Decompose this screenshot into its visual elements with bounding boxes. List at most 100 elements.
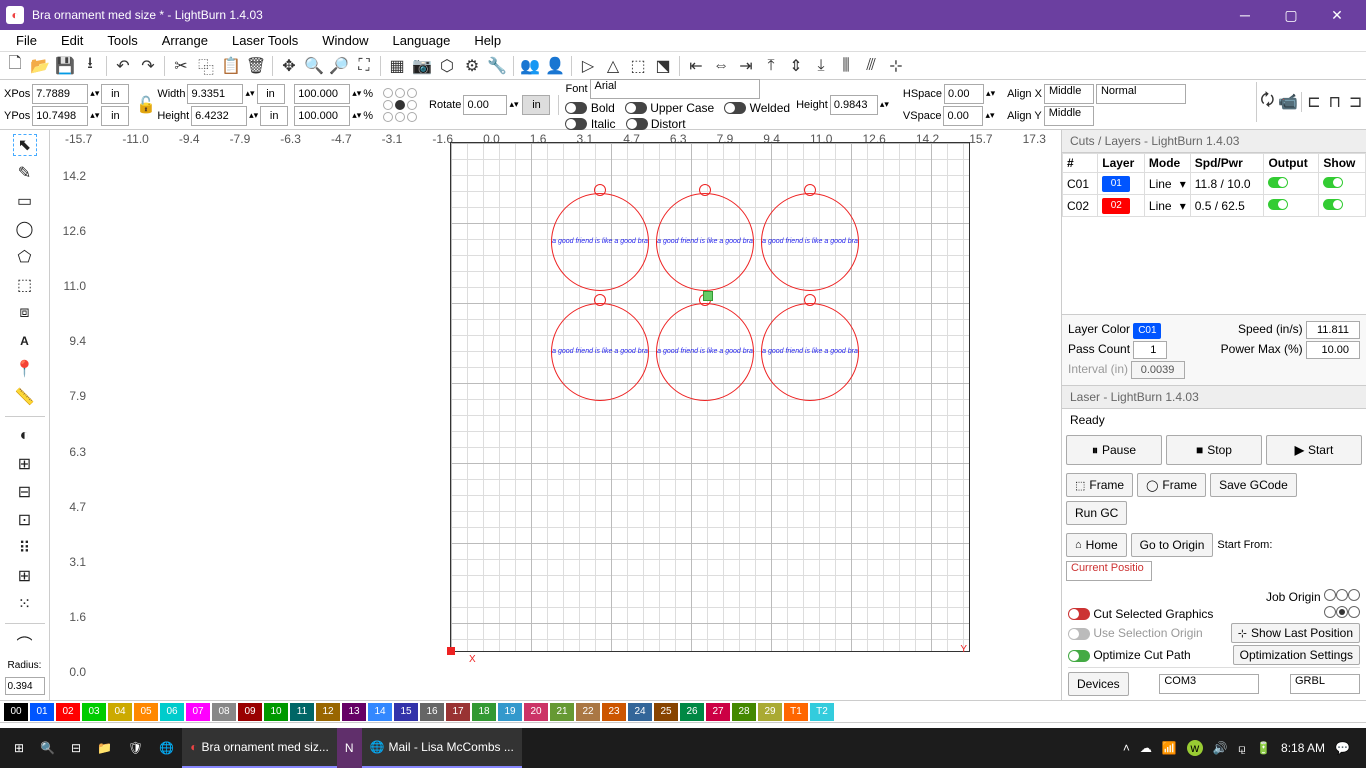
palette-swatch[interactable]: 16 <box>420 703 444 721</box>
text-tool-icon[interactable]: A <box>13 330 37 352</box>
rotate-input[interactable] <box>463 95 507 115</box>
minimize-button[interactable]: ─ <box>1222 0 1268 30</box>
palette-swatch[interactable]: 21 <box>550 703 574 721</box>
layers-header[interactable]: # <box>1063 154 1098 173</box>
palette-swatch[interactable]: 04 <box>108 703 132 721</box>
align-bot-icon[interactable]: ⤓ <box>810 55 832 77</box>
polygon-tool-icon[interactable]: ⬠ <box>13 246 37 268</box>
aligncenter2-icon[interactable]: ⊓ <box>1324 91 1345 113</box>
vspace-input[interactable] <box>943 106 983 126</box>
dist-v-icon[interactable]: ⫻ <box>860 55 882 77</box>
pause-button[interactable]: ⏸ Pause <box>1066 435 1162 465</box>
zoom-frame-icon[interactable]: ⛶ <box>353 55 375 77</box>
scaley-input[interactable] <box>294 106 350 126</box>
palette-swatch[interactable]: 03 <box>82 703 106 721</box>
rect-tool-icon[interactable]: ▭ <box>13 190 37 212</box>
pass-input[interactable] <box>1133 341 1167 359</box>
align-mid-icon[interactable]: ⇕ <box>785 55 807 77</box>
xpos-unit[interactable]: in <box>101 84 129 104</box>
dots-icon[interactable]: ⁙ <box>13 593 37 615</box>
measure-tool-icon[interactable]: 📏 <box>13 386 37 408</box>
normal-select[interactable]: Normal <box>1096 84 1186 104</box>
onenote-icon[interactable]: N <box>337 728 362 768</box>
show-toggle[interactable] <box>1323 177 1343 188</box>
align-right-icon[interactable]: ⇥ <box>735 55 757 77</box>
taskview-button[interactable]: ⊟ <box>63 728 89 768</box>
tray-bluetooth-icon[interactable]: ⚼ <box>1238 741 1246 756</box>
xpos-input[interactable] <box>32 84 88 104</box>
cut-icon[interactable]: ✂ <box>170 55 192 77</box>
go-origin-button[interactable]: Go to Origin <box>1131 533 1214 557</box>
menu-laser-tools[interactable]: Laser Tools <box>222 31 308 50</box>
palette-swatch[interactable]: 29 <box>758 703 782 721</box>
align2-icon[interactable]: ⬔ <box>652 55 674 77</box>
palette-swatch[interactable]: T1 <box>784 703 808 721</box>
aligny-select[interactable]: Middle <box>1044 106 1094 126</box>
shield-icon[interactable]: 🛡 <box>120 728 151 768</box>
dist-h-icon[interactable]: ⫼ <box>835 55 857 77</box>
mirror-h-icon[interactable]: ▷ <box>577 55 599 77</box>
alignright2-icon[interactable]: ⊐ <box>1345 91 1366 113</box>
edge-icon[interactable]: 🌐 <box>151 728 182 768</box>
palette-swatch[interactable]: 05 <box>134 703 158 721</box>
palette-swatch[interactable]: 06 <box>160 703 184 721</box>
palette-swatch[interactable]: 25 <box>654 703 678 721</box>
align1-icon[interactable]: ⬚ <box>627 55 649 77</box>
ornament-shape[interactable]: a good friend is like a good bra <box>551 303 649 401</box>
align-top-icon[interactable]: ⤒ <box>760 55 782 77</box>
tray-onedrive-icon[interactable]: ☁ <box>1140 741 1152 755</box>
layercolor-swatch[interactable]: C01 <box>1133 323 1161 339</box>
layers-header[interactable]: Layer <box>1098 154 1145 173</box>
height-unit[interactable]: in <box>260 106 288 126</box>
palette-swatch[interactable]: 23 <box>602 703 626 721</box>
refresh-icon[interactable]: 🗘 <box>1257 91 1278 113</box>
distort-toggle[interactable] <box>626 118 648 130</box>
boolean2-icon[interactable]: ⊞ <box>13 453 37 475</box>
home-button[interactable]: ⌂ Home <box>1066 533 1127 557</box>
menu-help[interactable]: Help <box>464 31 511 50</box>
devices-button[interactable]: Devices <box>1068 672 1129 696</box>
font-select[interactable]: Arial <box>590 79 760 99</box>
camera-icon[interactable]: 📷 <box>411 55 433 77</box>
run-gcode-button[interactable]: Run GC <box>1066 501 1127 525</box>
alignleft2-icon[interactable]: ⊏ <box>1304 91 1325 113</box>
italic-toggle[interactable] <box>565 118 587 130</box>
palette-swatch[interactable]: 08 <box>212 703 236 721</box>
edit-node-icon[interactable]: ⬚ <box>13 274 37 296</box>
zoom-in-icon[interactable]: 🔍 <box>303 55 325 77</box>
palette-swatch[interactable]: 02 <box>56 703 80 721</box>
controller-select[interactable]: GRBL <box>1290 674 1360 694</box>
palette-swatch[interactable]: 10 <box>264 703 288 721</box>
palette-swatch[interactable]: 27 <box>706 703 730 721</box>
redo-icon[interactable]: ↷ <box>137 55 159 77</box>
ornament-shape[interactable]: a good friend is like a good bra <box>551 193 649 291</box>
palette-swatch[interactable]: 07 <box>186 703 210 721</box>
close-button[interactable]: ✕ <box>1314 0 1360 30</box>
ypos-input[interactable] <box>32 106 88 126</box>
boolean4-icon[interactable]: ⊡ <box>13 509 37 531</box>
upper-toggle[interactable] <box>625 102 647 114</box>
palette-swatch[interactable]: 12 <box>316 703 340 721</box>
power-input[interactable] <box>1306 341 1360 359</box>
menu-language[interactable]: Language <box>382 31 460 50</box>
maximize-button[interactable]: ▢ <box>1268 0 1314 30</box>
gear-icon[interactable]: ⚙ <box>461 55 483 77</box>
output-toggle[interactable] <box>1268 199 1288 210</box>
undo-icon[interactable]: ↶ <box>112 55 134 77</box>
radius-input[interactable] <box>5 677 45 695</box>
palette-swatch[interactable]: 09 <box>238 703 262 721</box>
fontheight-input[interactable] <box>830 95 878 115</box>
optsettings-button[interactable]: Optimization Settings <box>1233 645 1360 665</box>
palette-swatch[interactable]: 13 <box>342 703 366 721</box>
port-select[interactable]: COM3 <box>1159 674 1259 694</box>
arc-icon[interactable]: ⌒ <box>13 632 37 654</box>
start-button[interactable]: ▶ Start <box>1266 435 1362 465</box>
unit-toggle[interactable]: in <box>522 95 550 115</box>
explorer-icon[interactable]: 📁 <box>89 728 120 768</box>
mirror-v-icon[interactable]: △ <box>602 55 624 77</box>
tray-w-icon[interactable]: w <box>1187 740 1203 756</box>
import-icon[interactable]: ⭳ <box>79 55 101 77</box>
hex-icon[interactable]: ⬡ <box>436 55 458 77</box>
preview-icon[interactable]: ▦ <box>386 55 408 77</box>
palette-swatch[interactable]: 18 <box>472 703 496 721</box>
